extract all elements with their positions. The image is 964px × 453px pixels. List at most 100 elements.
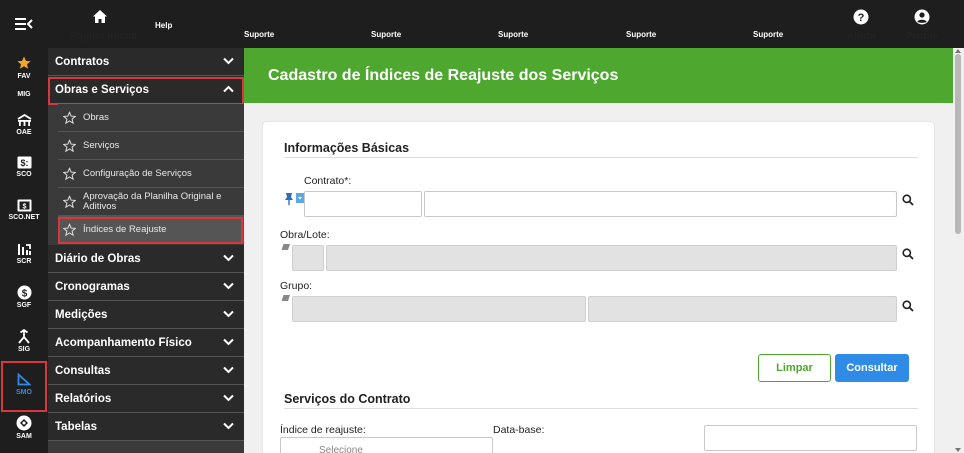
app-sco-label: SCO (16, 171, 32, 178)
selected-app-highlight (1, 361, 47, 412)
menu-tabelas-label: Tabelas (55, 421, 97, 433)
side-menu: Contratos Obras e Serviços Obras Serviço… (48, 48, 244, 453)
pin-icon[interactable] (284, 192, 294, 206)
app-mig[interactable]: MIG (0, 91, 48, 98)
eraser-icon[interactable] (280, 243, 291, 251)
scroll-up-icon[interactable] (955, 49, 961, 53)
chevron-down-icon (223, 366, 234, 374)
submenu-configuracao-label: Configuração de Serviços (83, 167, 192, 179)
limpar-button[interactable]: Limpar (758, 354, 831, 382)
app-sam-label: SAM (16, 433, 32, 440)
indice-select-placeholder: Selecione (319, 445, 363, 453)
ajuda-button[interactable]: ? Ajuda (843, 0, 879, 48)
menu-consultas-label: Consultas (55, 365, 111, 377)
chevron-down-icon (223, 57, 234, 65)
star-outline-icon (63, 139, 76, 152)
help-link[interactable]: Help (155, 21, 172, 30)
menu-cronogramas-label: Cronogramas (55, 281, 130, 293)
menu-contratos-label: Contratos (55, 56, 110, 68)
eraser-icon[interactable] (280, 294, 291, 302)
main-content: Cadastro de Índices de Reajuste dos Serv… (244, 48, 953, 453)
menu-consultas[interactable]: Consultas (48, 357, 244, 385)
page-scrollbar[interactable] (953, 48, 964, 453)
menu-relatorios-label: Relatórios (55, 393, 112, 405)
menu-contratos[interactable]: Contratos (48, 48, 244, 76)
ajuda-label: Ajuda (846, 30, 876, 42)
dropdown-toggle-icon[interactable] (296, 193, 304, 203)
submenu-servicos-label: Serviços (83, 139, 120, 151)
dollar-circle-icon: $ (17, 285, 31, 300)
home-icon (92, 9, 108, 26)
grupo-label: Grupo: (280, 280, 313, 292)
indice-select[interactable]: Selecione (280, 437, 493, 453)
star-outline-icon (63, 111, 76, 124)
search-icon[interactable] (902, 300, 914, 312)
app-fav[interactable]: FAV (0, 56, 48, 80)
svg-text:$:: $: (20, 158, 28, 168)
database-input[interactable] (704, 425, 917, 451)
menu-collapse-icon[interactable] (13, 15, 35, 33)
search-icon[interactable] (902, 248, 914, 260)
submenu-obras-label: Obras (83, 111, 109, 123)
menu-diario-obras[interactable]: Diário de Obras (48, 245, 244, 273)
app-oae[interactable]: OAE (0, 114, 48, 136)
profile-label: Profile (905, 30, 939, 42)
support-link-2[interactable]: Suporte (371, 30, 401, 39)
profile-button[interactable]: Profile (904, 0, 940, 48)
app-sam[interactable]: SAM (0, 415, 48, 440)
page-title: Cadastro de Índices de Reajuste dos Serv… (268, 67, 619, 84)
svg-text:$: $ (22, 204, 26, 211)
basic-info-title: Informações Básicas (284, 141, 410, 155)
grupo-description-input[interactable] (588, 296, 897, 322)
menu-relatorios[interactable]: Relatórios (48, 385, 244, 413)
app-sgf[interactable]: $ SGF (0, 285, 48, 309)
app-icon-bar: FAV MIG OAE $: SCO $ SCO.NET SCR $ SGF S… (0, 48, 48, 453)
section-divider (284, 408, 918, 409)
app-sig[interactable]: SIG (0, 329, 48, 353)
support-link-5[interactable]: Suporte (753, 30, 783, 39)
form-card: Informações Básicas Contrato*: Obra/Lote… (263, 122, 934, 453)
app-sig-label: SIG (17, 346, 31, 353)
submenu-aprovacao[interactable]: Aprovação da Planilha Original e Aditivo… (58, 188, 244, 216)
app-scr[interactable]: SCR (0, 242, 48, 265)
menu-diario-obras-label: Diário de Obras (55, 253, 141, 265)
chevron-down-icon (223, 282, 234, 290)
consultar-button[interactable]: Consultar (835, 354, 909, 382)
home-button[interactable]: Página Inicial (70, 0, 137, 48)
submenu-obras[interactable]: Obras (58, 104, 244, 132)
money-icon: $: (17, 156, 31, 169)
menu-tabelas[interactable]: Tabelas (48, 413, 244, 441)
support-link-1[interactable]: Suporte (244, 30, 274, 39)
app-sco[interactable]: $: SCO (0, 156, 48, 178)
submenu-servicos[interactable]: Serviços (58, 132, 244, 160)
active-section-highlight (48, 77, 244, 105)
chevron-down-icon (223, 254, 234, 262)
user-icon (914, 9, 930, 27)
active-item-highlight (58, 217, 243, 244)
app-mig-label: MIG (17, 91, 31, 98)
obra-description-input[interactable] (326, 245, 897, 271)
scroll-down-icon[interactable] (955, 448, 961, 452)
contrato-description-input[interactable] (424, 191, 897, 217)
menu-cronogramas[interactable]: Cronogramas (48, 273, 244, 301)
submenu-aprovacao-label: Aprovação da Planilha Original e Aditivo… (83, 190, 222, 212)
chevron-down-icon (223, 338, 234, 346)
compass-icon (16, 415, 32, 431)
bridge-icon (17, 114, 31, 126)
contrato-code-input[interactable] (304, 191, 422, 217)
menu-acompanhamento[interactable]: Acompanhamento Físico (48, 329, 244, 357)
scroll-thumb[interactable] (955, 54, 961, 234)
svg-text:?: ? (858, 12, 865, 24)
menu-medicoes[interactable]: Medições (48, 301, 244, 329)
support-link-3[interactable]: Suporte (498, 30, 528, 39)
fork-icon (18, 329, 30, 344)
app-sconet[interactable]: $ SCO.NET (0, 199, 48, 221)
grupo-code-input[interactable] (292, 296, 586, 322)
obra-code-input[interactable] (292, 245, 324, 271)
database-label: Data-base: (493, 424, 545, 436)
support-link-4[interactable]: Suporte (626, 30, 656, 39)
submenu-configuracao[interactable]: Configuração de Serviços (58, 160, 244, 188)
search-icon[interactable] (902, 194, 914, 206)
star-outline-icon (63, 167, 76, 180)
menu-acompanhamento-label: Acompanhamento Físico (55, 337, 192, 349)
